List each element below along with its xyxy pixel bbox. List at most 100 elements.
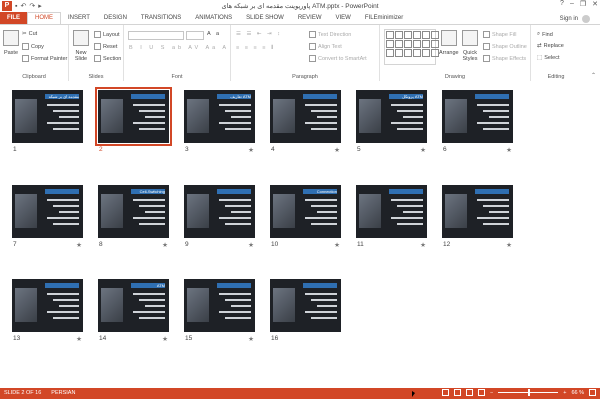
- format-painter-button[interactable]: Format Painter: [22, 55, 67, 62]
- find-button[interactable]: ⌕ Find: [537, 31, 553, 38]
- fit-to-window-icon[interactable]: [589, 389, 596, 396]
- new-slide-button[interactable]: New Slide: [72, 30, 90, 62]
- transition-star-icon[interactable]: ★: [506, 146, 512, 154]
- slide-sorter-view-icon[interactable]: [454, 389, 462, 396]
- section-button[interactable]: Section: [94, 55, 121, 62]
- transition-star-icon[interactable]: ★: [334, 241, 340, 249]
- slide-text-line: [305, 293, 337, 295]
- arrange-button[interactable]: Arrange: [439, 30, 459, 56]
- align-buttons[interactable]: ≡ ≡ ≡ ≡ ⫴: [236, 45, 275, 52]
- grow-font-icon[interactable]: A: [207, 31, 211, 37]
- slide-thumbnail[interactable]: 6 ★: [442, 90, 513, 156]
- slide-title-bar: [475, 94, 509, 99]
- tab-review[interactable]: REVIEW: [291, 12, 329, 24]
- slide-thumbnail[interactable]: Connection Oriented 10 ★: [270, 185, 341, 251]
- cut-button[interactable]: ✂ Cut: [22, 31, 37, 37]
- tab-view[interactable]: VIEW: [329, 12, 358, 24]
- slide-thumbnail[interactable]: 16: [270, 279, 341, 345]
- slide-number: 2: [99, 146, 103, 153]
- quick-styles-icon: [462, 30, 478, 46]
- tab-insert[interactable]: INSERT: [61, 12, 97, 24]
- tab-home[interactable]: HOME: [27, 12, 61, 24]
- mouse-cursor: [412, 391, 415, 397]
- font-size-combo[interactable]: [186, 31, 204, 40]
- reset-button[interactable]: Reset: [94, 43, 117, 50]
- slide-thumbnail[interactable]: 4 ★: [270, 90, 341, 156]
- slide-thumbnail[interactable]: 7 ★: [12, 185, 83, 251]
- transition-star-icon[interactable]: ★: [162, 241, 168, 249]
- copy-button[interactable]: Copy: [22, 43, 44, 50]
- reading-view-icon[interactable]: [466, 389, 474, 396]
- list-buttons[interactable]: ☰ ☰ ⇤ ⇥ ↕: [236, 31, 282, 37]
- select-button[interactable]: ⬚ Select: [537, 55, 560, 61]
- tab-animations[interactable]: ANIMATIONS: [188, 12, 239, 24]
- quick-styles-button[interactable]: Quick Styles: [462, 30, 478, 62]
- shape-outline-button[interactable]: Shape Outline: [483, 43, 527, 50]
- align-text-button[interactable]: Align Text: [309, 43, 342, 50]
- zoom-out-icon[interactable]: −: [490, 390, 493, 396]
- layout-button[interactable]: Layout: [94, 31, 120, 38]
- slide-thumbnail[interactable]: Cell-Switching 8 ★: [98, 185, 169, 251]
- zoom-in-icon[interactable]: +: [563, 390, 566, 396]
- shape-fill-button[interactable]: Shape Fill: [483, 31, 516, 38]
- transition-star-icon[interactable]: ★: [76, 241, 82, 249]
- slide-thumbnail[interactable]: 15 ★: [184, 279, 255, 345]
- slide-count: SLIDE 2 OF 16: [4, 390, 42, 396]
- tab-transitions[interactable]: TRANSITIONS: [134, 12, 188, 24]
- transition-star-icon[interactable]: ★: [420, 241, 426, 249]
- slide-number: 7: [13, 241, 17, 248]
- shrink-font-icon[interactable]: a: [216, 31, 219, 37]
- slide-thumbnail[interactable]: مقدمه ای بر شبکه های ATM 1: [12, 90, 83, 156]
- language-indicator[interactable]: PERSIAN: [51, 390, 75, 396]
- slide-thumbnail[interactable]: 2: [95, 87, 172, 156]
- transition-star-icon[interactable]: ★: [506, 241, 512, 249]
- close-button[interactable]: ✕: [592, 0, 598, 8]
- transition-star-icon[interactable]: ★: [420, 146, 426, 154]
- transition-star-icon[interactable]: ★: [248, 241, 254, 249]
- convert-smartart-button[interactable]: Convert to SmartArt: [309, 55, 367, 62]
- slide-thumbnail[interactable]: ATM 14 ★: [98, 279, 169, 345]
- window-controls: ? – ❐ ✕: [560, 0, 598, 8]
- shapes-gallery[interactable]: [384, 29, 439, 65]
- zoom-level[interactable]: 66 %: [571, 390, 584, 396]
- slide-text-line: [489, 211, 509, 213]
- text-direction-button[interactable]: Text Direction: [309, 31, 351, 38]
- shape-effects-button[interactable]: Shape Effects: [483, 55, 526, 62]
- font-style-buttons[interactable]: B I U S ab AV Aa A: [129, 45, 229, 51]
- slide-preview: Cell-Switching: [98, 185, 169, 238]
- sign-in[interactable]: Sign in: [560, 15, 590, 23]
- zoom-slider[interactable]: [498, 389, 559, 396]
- slide-thumbnail[interactable]: 13 ★: [12, 279, 83, 345]
- slide-preview: [442, 185, 513, 238]
- slide-preview: [184, 185, 255, 238]
- normal-view-icon[interactable]: [442, 389, 450, 396]
- slide-text-line: [53, 205, 79, 207]
- slide-number: 13: [13, 335, 21, 342]
- editing-group: ⌕ Find ⇄ Replace ⬚ Select Editing: [531, 25, 581, 81]
- slide-text-line: [47, 311, 79, 313]
- minimize-button[interactable]: –: [570, 0, 574, 8]
- transition-star-icon[interactable]: ★: [248, 335, 254, 343]
- restore-button[interactable]: ❐: [580, 0, 586, 8]
- font-name-combo[interactable]: [128, 31, 184, 40]
- slide-thumbnail[interactable]: 12 ★: [442, 185, 513, 251]
- tab-design[interactable]: DESIGN: [97, 12, 134, 24]
- transition-star-icon[interactable]: ★: [162, 335, 168, 343]
- transition-star-icon[interactable]: ★: [248, 146, 254, 154]
- tab-slide-show[interactable]: SLIDE SHOW: [239, 12, 291, 24]
- tab-fileminimizer[interactable]: FILEminimizer: [358, 12, 410, 24]
- slide-thumbnail[interactable]: 11 ★: [356, 185, 427, 251]
- help-button[interactable]: ?: [560, 0, 564, 8]
- slide-thumbnail[interactable]: پروتکل ATM 5 ★: [356, 90, 427, 156]
- replace-button[interactable]: ⇄ Replace: [537, 43, 564, 49]
- slide-thumbnail[interactable]: 9 ★: [184, 185, 255, 251]
- transition-star-icon[interactable]: ★: [76, 335, 82, 343]
- transition-star-icon[interactable]: ★: [334, 146, 340, 154]
- slide-text-line: [311, 223, 337, 225]
- slideshow-view-icon[interactable]: [478, 389, 486, 396]
- collapse-ribbon-icon[interactable]: ⌃: [591, 72, 596, 79]
- slide-preview: [95, 87, 172, 146]
- tab-file[interactable]: FILE: [0, 12, 27, 24]
- slide-thumbnail[interactable]: تعاریف ATM 3 ★: [184, 90, 255, 156]
- paste-button[interactable]: Paste: [3, 30, 19, 56]
